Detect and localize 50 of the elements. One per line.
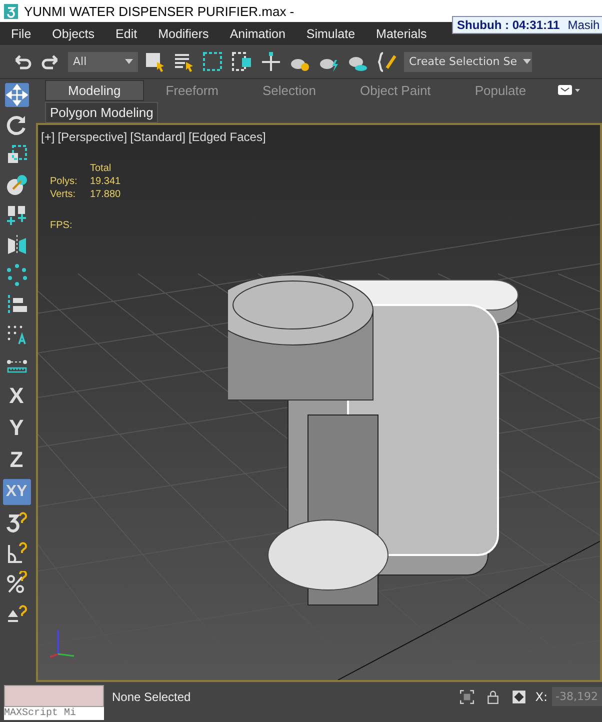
app-logo-icon (4, 4, 18, 18)
menu-item[interactable]: Objects (41, 26, 105, 40)
maxscript-listener-field[interactable] (4, 685, 104, 707)
move-icon[interactable] (4, 83, 28, 107)
selection-status: None Selected (112, 690, 191, 704)
stats-value: 19.341 (90, 176, 121, 187)
lock-icon[interactable] (485, 689, 502, 705)
ribbon-options-icon[interactable] (558, 84, 580, 96)
rectangle-selection-icon[interactable] (201, 50, 225, 74)
x-coordinate-label: X: (535, 690, 548, 704)
viewport-label[interactable]: [+] (41, 130, 55, 144)
place-icon[interactable] (4, 173, 28, 197)
axis-constraint-button[interactable]: X (2, 383, 30, 409)
ribbon-tab[interactable]: Modeling (45, 80, 144, 100)
array-icon[interactable] (4, 263, 28, 287)
3d-snap-icon[interactable] (4, 511, 28, 535)
menu-item[interactable]: Materials (365, 26, 437, 40)
viewport-label[interactable]: [Edged Faces] (188, 130, 266, 144)
move-gizmo-icon[interactable] (259, 50, 283, 74)
axis-constraint-button[interactable]: Z (2, 447, 30, 473)
clock-note: Masih (568, 18, 600, 32)
menu-item[interactable]: Modifiers (147, 26, 219, 40)
stats-label: Polys: (50, 176, 78, 187)
rotate-icon[interactable] (4, 113, 28, 137)
stats-header: Total (90, 163, 112, 174)
viewport-label[interactable]: [Standard] (130, 130, 186, 144)
menu-item[interactable]: Animation (218, 26, 296, 40)
absolute-mode-icon[interactable] (511, 689, 528, 705)
percent-snap-icon[interactable] (4, 571, 28, 595)
script-editor-icon[interactable] (375, 50, 399, 74)
named-selection-dropdown[interactable]: Create Selection Se (404, 52, 532, 72)
caret-icon (125, 59, 133, 64)
axis-constraint-button[interactable]: Y (2, 415, 30, 441)
snap-plus-icon[interactable] (4, 203, 28, 227)
caret-icon (523, 59, 531, 64)
menu-item[interactable]: Edit (104, 26, 148, 40)
window-crossing-icon[interactable] (230, 50, 254, 74)
window-title: YUNMI WATER DISPENSER PURIFIER.max - (24, 4, 294, 18)
stats-label: Verts: (50, 189, 77, 200)
perspective-viewport[interactable]: [+] [Perspective] [Standard] [Edged Faces] Total Polys: 19.341 Verts: 17.880 FPS: (36, 123, 602, 682)
menu-item[interactable]: Simulate (295, 26, 366, 40)
fps-label: FPS: (50, 220, 74, 231)
viewport-label[interactable]: [Perspective] (58, 130, 128, 144)
ribbon-panel-tab[interactable]: Polygon Modeling (45, 102, 158, 122)
clock-time: Shubuh : 04:31:11 (457, 18, 560, 32)
menu-item[interactable]: File (0, 26, 42, 40)
stats-value: 17.880 (90, 189, 121, 200)
isolate-selection-icon[interactable] (459, 689, 476, 705)
maxscript-input-field[interactable]: MAXScript Mi (4, 707, 104, 720)
selection-filter-dropdown[interactable]: All (68, 52, 138, 72)
